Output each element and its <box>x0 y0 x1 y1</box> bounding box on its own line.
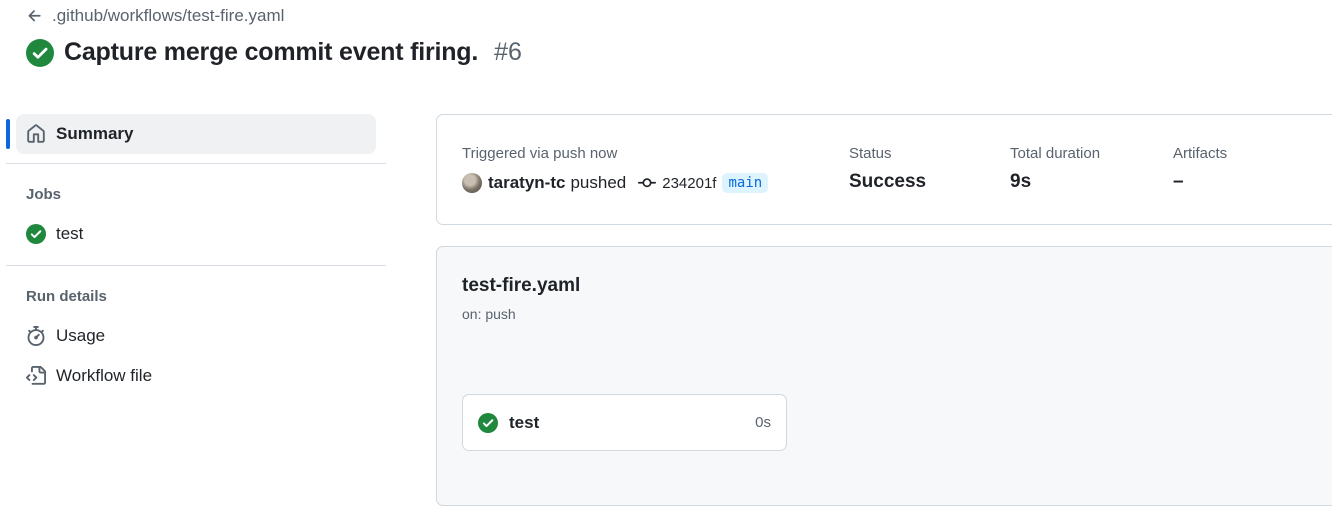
workflow-trigger: on: push <box>462 306 516 322</box>
sidebar-item-usage[interactable]: Usage <box>26 326 105 346</box>
sidebar-item-summary[interactable]: Summary <box>16 114 376 154</box>
check-circle-icon <box>26 224 46 244</box>
run-title: Capture merge commit event firing. #6 <box>26 38 522 67</box>
file-code-icon <box>26 366 46 385</box>
artifacts-value: – <box>1173 171 1184 192</box>
trigger-label: Triggered via push now <box>462 145 618 162</box>
commit-sha: 234201f <box>662 174 717 192</box>
divider <box>6 265 386 266</box>
artifacts-label: Artifacts <box>1173 145 1228 162</box>
usage-label: Usage <box>56 326 106 345</box>
status-label: Status <box>849 145 892 162</box>
duration-value: 9s <box>1010 171 1032 192</box>
job-card-test[interactable]: test 0s <box>462 394 787 451</box>
commit-link[interactable]: 234201f <box>638 174 716 192</box>
check-circle-icon <box>478 412 498 433</box>
run-number: #6 <box>494 38 522 66</box>
summary-label: Summary <box>56 124 134 143</box>
trigger-action: pushed <box>570 173 627 192</box>
branch-badge[interactable]: main <box>722 173 769 193</box>
workflow-path: .github/workflows/test-fire.yaml <box>52 6 285 25</box>
arrow-left-icon <box>28 10 41 22</box>
stopwatch-icon <box>27 326 45 346</box>
avatar[interactable] <box>462 173 482 193</box>
jobs-heading: Jobs <box>26 186 62 203</box>
home-icon <box>27 124 45 143</box>
trigger-details: taratyn-tc pushed 234201f main <box>462 173 769 193</box>
status-value: Success <box>849 171 927 192</box>
job-duration: 0s <box>755 414 771 431</box>
divider <box>6 163 386 164</box>
run-summary-card: Triggered via push now taratyn-tc pushed… <box>436 114 1332 225</box>
sidebar-item-job-test[interactable]: test <box>26 224 83 244</box>
workflow-graph: test-fire.yaml on: push test 0s <box>436 246 1332 506</box>
back-link[interactable]: .github/workflows/test-fire.yaml <box>26 6 284 26</box>
workflow-file-label: Workflow file <box>56 366 153 385</box>
job-label: test <box>56 224 84 243</box>
run-details-heading: Run details <box>26 288 107 305</box>
git-commit-icon <box>638 178 657 188</box>
sidebar-item-workflow-file[interactable]: Workflow file <box>26 366 152 386</box>
run-title-text: Capture merge commit event firing. <box>64 38 479 66</box>
actor-link[interactable]: taratyn-tc <box>488 173 565 193</box>
workflow-file-name: test-fire.yaml <box>462 275 581 296</box>
active-indicator <box>6 119 10 149</box>
check-circle-icon <box>26 38 54 67</box>
job-name: test <box>509 412 540 432</box>
duration-label: Total duration <box>1010 145 1101 162</box>
